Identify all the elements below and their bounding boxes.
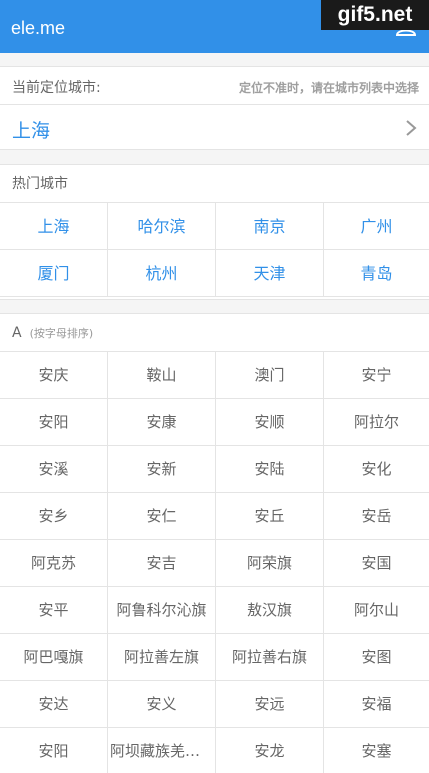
city-item[interactable]: 安塞 — [324, 728, 429, 773]
city-item[interactable]: 安乡 — [0, 493, 108, 540]
city-group-a: A (按字母排序) 安庆 鞍山 澳门 安宁 安阳 安康 安顺 阿拉尔 安溪 安新 … — [0, 313, 429, 773]
hot-city-item[interactable]: 厦门 — [0, 250, 108, 297]
current-location-label: 当前定位城市: — [12, 80, 101, 96]
group-a-sort-note: (按字母排序) — [29, 327, 94, 340]
current-city[interactable]: 上海 — [12, 116, 50, 143]
hot-city-item[interactable]: 上海 — [0, 203, 108, 250]
city-item[interactable]: 阿拉尔 — [324, 399, 429, 446]
hot-city-item[interactable]: 哈尔滨 — [108, 203, 216, 250]
hot-cities-title: 热门城市 — [0, 165, 429, 203]
hot-city-item[interactable]: 杭州 — [108, 250, 216, 297]
city-item[interactable]: 安平 — [0, 587, 108, 634]
city-item[interactable]: 敖汉旗 — [216, 587, 324, 634]
city-item[interactable]: 安康 — [108, 399, 216, 446]
city-item[interactable]: 鞍山 — [108, 352, 216, 399]
current-location-panel: 当前定位城市: 定位不准时，请在城市列表中选择 上海 — [0, 66, 429, 150]
watermark: gif5.net — [321, 0, 429, 30]
city-item[interactable]: 安宁 — [324, 352, 429, 399]
city-item[interactable]: 阿尔山 — [324, 587, 429, 634]
city-item[interactable]: 安远 — [216, 681, 324, 728]
city-item[interactable]: 阿坝藏族羌族自治州 — [108, 728, 216, 773]
city-item[interactable]: 阿拉善左旗 — [108, 634, 216, 681]
city-item[interactable]: 安吉 — [108, 540, 216, 587]
city-item[interactable]: 安图 — [324, 634, 429, 681]
city-item[interactable]: 阿鲁科尔沁旗 — [108, 587, 216, 634]
city-item[interactable]: 安福 — [324, 681, 429, 728]
chevron-right-icon — [406, 120, 417, 136]
city-item[interactable]: 安溪 — [0, 446, 108, 493]
hot-city-item[interactable]: 广州 — [324, 203, 429, 250]
city-item[interactable]: 安庆 — [0, 352, 108, 399]
location-tip-row: 当前定位城市: 定位不准时，请在城市列表中选择 — [0, 67, 429, 105]
city-item[interactable]: 阿拉善右旗 — [216, 634, 324, 681]
city-item[interactable]: 安国 — [324, 540, 429, 587]
city-item[interactable]: 阿荣旗 — [216, 540, 324, 587]
city-item[interactable]: 安义 — [108, 681, 216, 728]
city-item[interactable]: 安仁 — [108, 493, 216, 540]
city-item[interactable]: 安陆 — [216, 446, 324, 493]
group-a-grid: 安庆 鞍山 澳门 安宁 安阳 安康 安顺 阿拉尔 安溪 安新 安陆 安化 安乡 … — [0, 352, 429, 773]
city-item[interactable]: 阿克苏 — [0, 540, 108, 587]
hot-city-item[interactable]: 南京 — [216, 203, 324, 250]
hot-city-item[interactable]: 天津 — [216, 250, 324, 297]
location-tip: 定位不准时，请在城市列表中选择 — [238, 81, 419, 95]
city-item[interactable]: 澳门 — [216, 352, 324, 399]
city-item[interactable]: 安达 — [0, 681, 108, 728]
current-city-row[interactable]: 上海 — [0, 105, 429, 150]
app-title[interactable]: ele.me — [11, 18, 65, 39]
group-a-letter: A — [12, 325, 22, 341]
hot-cities-grid: 上海 哈尔滨 南京 广州 厦门 杭州 天津 青岛 — [0, 203, 429, 297]
group-a-title: A (按字母排序) — [0, 314, 429, 352]
city-item[interactable]: 安阳 — [0, 399, 108, 446]
city-item[interactable]: 安化 — [324, 446, 429, 493]
city-item[interactable]: 安龙 — [216, 728, 324, 773]
city-item[interactable]: 安岳 — [324, 493, 429, 540]
city-item[interactable]: 安顺 — [216, 399, 324, 446]
hot-city-item[interactable]: 青岛 — [324, 250, 429, 297]
city-item[interactable]: 阿巴嘎旗 — [0, 634, 108, 681]
city-item[interactable]: 安阳 — [0, 728, 108, 773]
city-item[interactable]: 安新 — [108, 446, 216, 493]
city-item[interactable]: 安丘 — [216, 493, 324, 540]
hot-cities-section: 热门城市 上海 哈尔滨 南京 广州 厦门 杭州 天津 青岛 — [0, 164, 429, 300]
